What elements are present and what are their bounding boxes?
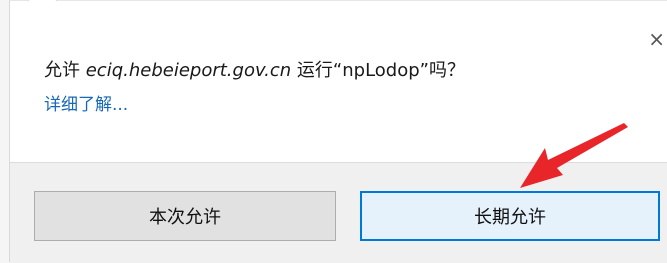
permission-message: 允许 eciq.hebeieport.gov.cn 运行“npLodop”吗？ <box>44 59 465 83</box>
site-domain: eciq.hebeieport.gov.cn <box>85 60 292 81</box>
learn-more-link[interactable]: 详细了解... <box>44 93 128 117</box>
close-icon[interactable]: × <box>648 29 665 49</box>
allow-always-button[interactable]: 长期允许 <box>360 191 660 241</box>
plugin-permission-prompt: × 允许 eciq.hebeieport.gov.cn 运行“npLodop”吗… <box>9 0 667 263</box>
prompt-pointer-notch <box>27 0 58 16</box>
message-prefix: 允许 <box>44 60 86 81</box>
message-suffix: 运行“npLodop”吗？ <box>291 60 465 81</box>
prompt-button-bar: 本次允许 长期允许 <box>10 162 667 263</box>
allow-once-button[interactable]: 本次允许 <box>34 191 336 241</box>
